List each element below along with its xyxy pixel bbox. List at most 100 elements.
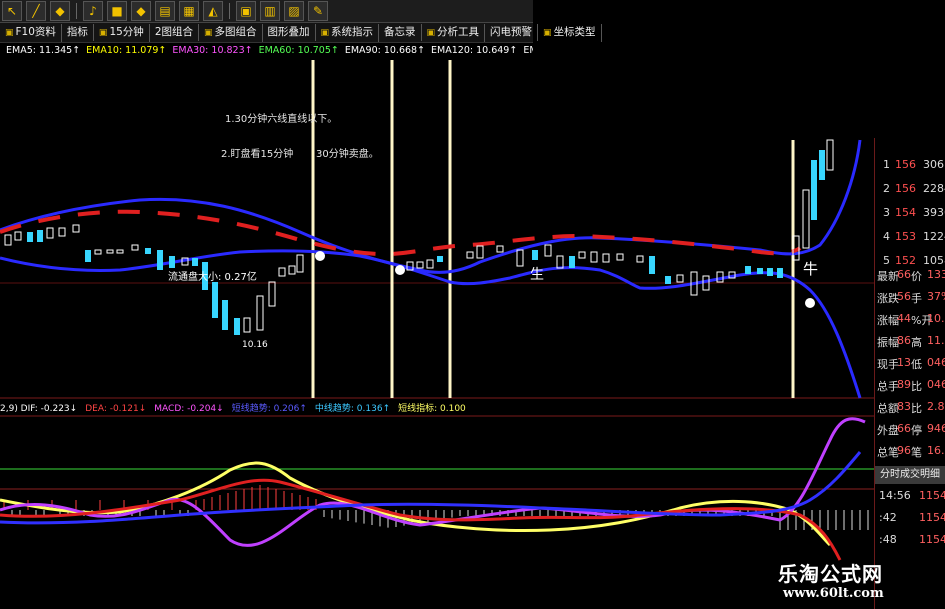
candle xyxy=(802,189,810,249)
menu-item[interactable]: 备忘录 xyxy=(379,24,422,41)
candle xyxy=(288,265,296,275)
diamond-icon[interactable]: ◆ xyxy=(50,1,70,21)
tick-time: :42 xyxy=(879,511,897,524)
stat-label: 涨幅 xyxy=(877,314,899,327)
low-price-label: 10.16 xyxy=(242,340,268,350)
stat-b: 66 xyxy=(897,422,911,435)
stat-d: 046 xyxy=(927,378,945,391)
stat-label: 最新 xyxy=(877,270,899,283)
price: 156 xyxy=(895,182,916,195)
watermark-title: 乐淘公式网 xyxy=(778,562,883,586)
grid-icon[interactable]: ▦ xyxy=(179,1,199,21)
candle xyxy=(496,245,504,253)
ema-value: EMA120: 10.649↑ xyxy=(431,45,518,56)
red-ema-segments xyxy=(0,209,802,257)
stat-c: 手 xyxy=(911,292,922,305)
signal-marker xyxy=(395,265,405,275)
stat-d: 133 xyxy=(927,268,945,281)
image-icon[interactable]: ▨ xyxy=(284,1,304,21)
quote-stat-row: 总笔96笔 16.4 xyxy=(877,444,945,466)
candle xyxy=(58,227,66,237)
quote-stat-row: 涨幅44%开10.9 xyxy=(877,312,945,334)
indicator-value: 短线指标: 0.100 xyxy=(398,404,466,414)
candle xyxy=(532,250,538,260)
line-icon[interactable]: ╱ xyxy=(26,1,46,21)
tick-price: 1154 xyxy=(919,533,945,546)
candle xyxy=(676,274,684,283)
price: 152 xyxy=(895,254,916,267)
niu-label: 牛 xyxy=(803,260,819,278)
candle xyxy=(578,251,586,259)
menu-item[interactable]: F10资料 xyxy=(0,23,62,42)
stat-b: 96 xyxy=(897,444,911,457)
menu-item[interactable]: 坐标类型 xyxy=(538,23,602,42)
note-line-3: 30分钟卖盘。 xyxy=(316,149,379,160)
arrow-icon[interactable]: ↖ xyxy=(2,1,22,21)
volume: 1224 xyxy=(923,230,945,243)
candle xyxy=(745,266,751,274)
candle xyxy=(767,268,773,276)
stat-b: 56 xyxy=(897,290,911,303)
stat-d: 11.64 xyxy=(927,334,945,347)
indicator-value: 中线趋势: 0.136↑ xyxy=(314,404,391,414)
candle xyxy=(46,227,54,239)
quote-stat-row: 振幅86高 11.64 xyxy=(877,334,945,356)
ema-value: EMA30: 10.823↑ xyxy=(172,45,253,56)
candle xyxy=(169,256,175,268)
ema-value: EMA60: 10.705↑ xyxy=(258,45,339,56)
stat-d: 946 xyxy=(927,422,945,435)
candle xyxy=(212,282,218,318)
chart2-icon[interactable]: ▥ xyxy=(260,1,280,21)
order-book-row: 2 156 2284 xyxy=(877,182,945,204)
menu-item[interactable]: 2图组合 xyxy=(150,24,199,41)
stat-c: 停 xyxy=(911,424,922,437)
doc-icon[interactable]: ▣ xyxy=(236,1,256,21)
triangle-icon[interactable]: ◭ xyxy=(203,1,223,21)
menu-item[interactable]: 15分钟 xyxy=(94,23,150,42)
minute-detail-title[interactable]: 分时成交明细 xyxy=(875,466,945,484)
candle xyxy=(826,139,834,171)
diamond-icon[interactable]: ◆ xyxy=(131,1,151,21)
watermark-url: www.60lt.com xyxy=(783,586,884,601)
candle xyxy=(569,256,575,268)
ema-value: EMA5: 11.345↑ xyxy=(6,45,81,56)
brush-icon[interactable]: ✎ xyxy=(308,1,328,21)
candle xyxy=(192,258,198,266)
bell-icon[interactable]: ♪ xyxy=(83,1,103,21)
note-line-1: 1.30分钟六线直线以下。 xyxy=(225,114,338,125)
candlesticks xyxy=(4,139,834,335)
blue-ema-upper xyxy=(0,139,862,274)
stat-label: 总手 xyxy=(877,380,899,393)
candle xyxy=(4,234,12,246)
quote-stat-row: 最新 66 价 133 xyxy=(877,268,945,290)
candle xyxy=(94,249,102,255)
menu-item[interactable]: 分析工具 xyxy=(422,23,486,42)
stat-label: 总笔 xyxy=(877,446,899,459)
level: 4 xyxy=(883,230,890,243)
candle xyxy=(116,249,124,254)
candle xyxy=(72,224,80,233)
candle xyxy=(278,267,286,277)
candle xyxy=(777,268,783,278)
candle xyxy=(106,249,114,254)
square-icon[interactable]: ■ xyxy=(107,1,127,21)
volume: 1058 xyxy=(923,254,945,267)
level: 2 xyxy=(883,182,890,195)
stat-label: 外盘 xyxy=(877,424,899,437)
stat-c: 低 xyxy=(911,358,922,371)
order-book-row: 3 154 3936 xyxy=(877,206,945,228)
menu-item[interactable]: 系统指示 xyxy=(316,23,380,42)
indicator-legend-row: 2,9) DIF: -0.223↓ DEA: -0.121↓ MACD: -0.20… xyxy=(0,402,540,416)
menu-item[interactable]: 图形叠加 xyxy=(263,24,316,41)
stat-c: 笔 xyxy=(911,446,922,459)
stat-label: 涨跌 xyxy=(877,292,899,305)
menu-item[interactable]: 闪电预警 xyxy=(485,24,539,41)
menu-item[interactable]: 指标 xyxy=(62,24,94,41)
main-chart[interactable] xyxy=(0,60,874,605)
candle xyxy=(243,317,251,333)
candle xyxy=(85,250,91,262)
menu-item[interactable]: 多图组合 xyxy=(199,23,263,42)
stat-c: 比 xyxy=(911,402,922,415)
chart-icon[interactable]: ▤ xyxy=(155,1,175,21)
stat-label: 现手 xyxy=(877,358,899,371)
